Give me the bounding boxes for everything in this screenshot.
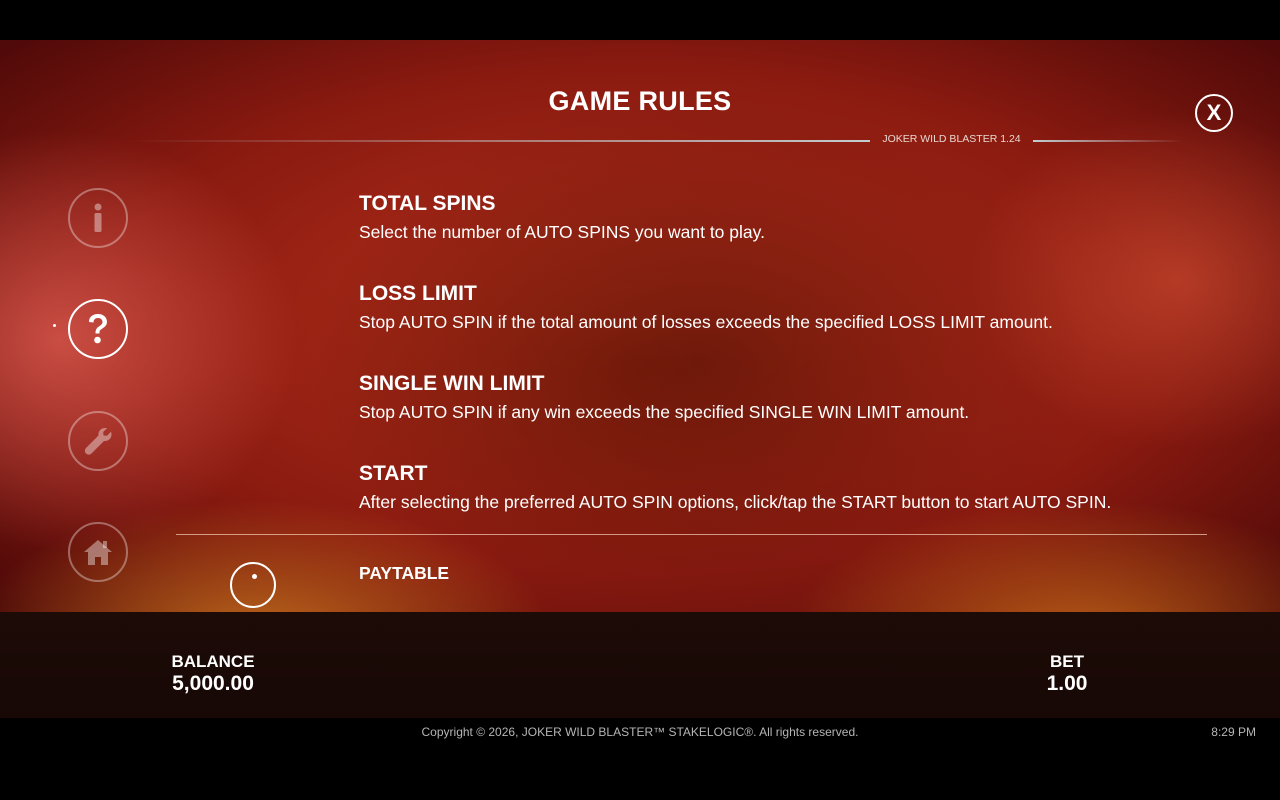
status-bar: BALANCE 5,000.00 BET 1.00: [0, 612, 1280, 718]
section-text: Stop AUTO SPIN if the total amount of lo…: [359, 312, 1053, 332]
footer: Copyright © 2026, JOKER WILD BLASTER™ ST…: [0, 718, 1280, 800]
balance-display: BALANCE 5,000.00: [150, 652, 276, 696]
rule-section: SINGLE WIN LIMIT Stop AUTO SPIN if any w…: [359, 370, 969, 424]
balance-label: BALANCE: [171, 652, 255, 671]
top-bar: [0, 0, 1280, 40]
section-title: SINGLE WIN LIMIT: [359, 372, 545, 395]
section-text: Select the number of AUTO SPINS you want…: [359, 222, 765, 242]
section-title: TOTAL SPINS: [359, 192, 496, 215]
section-text: Stop AUTO SPIN if any win exceeds the sp…: [359, 402, 970, 422]
settings-button[interactable]: [68, 411, 128, 471]
bet-value: 1.00: [1046, 672, 1088, 695]
info-icon: [94, 203, 102, 232]
balance-value: 5,000.00: [172, 672, 254, 695]
active-indicator: [53, 324, 56, 327]
header-divider-left: [128, 140, 870, 142]
question-icon: [89, 314, 107, 344]
paytable-info-icon: [230, 562, 276, 608]
close-button[interactable]: X: [1195, 94, 1233, 132]
rule-section: LOSS LIMIT Stop AUTO SPIN if the total a…: [359, 280, 1053, 334]
rules-panel: GAME RULES X JOKER WILD BLASTER 1.24 TOT…: [0, 40, 1280, 612]
section-text: After selecting the preferred AUTO SPIN …: [359, 492, 1112, 512]
info-button[interactable]: [68, 188, 128, 248]
header-divider-right: [1033, 140, 1183, 142]
copyright-text: Copyright © 2026, JOKER WILD BLASTER™ ST…: [421, 725, 859, 739]
version-label: JOKER WILD BLASTER 1.24: [882, 133, 1021, 145]
wrench-icon: [84, 428, 112, 455]
paytable-heading: PAYTABLE: [359, 563, 450, 580]
section-title: START: [359, 462, 428, 485]
section-title: LOSS LIMIT: [359, 282, 477, 305]
rule-section: START After selecting the preferred AUTO…: [359, 460, 1111, 514]
page-title: GAME RULES: [548, 86, 732, 116]
home-button[interactable]: [68, 522, 128, 582]
help-button[interactable]: [68, 299, 128, 359]
bet-label: BET: [1050, 652, 1084, 671]
bet-display: BET 1.00: [1017, 652, 1117, 696]
rule-section: TOTAL SPINS Select the number of AUTO SP…: [359, 190, 765, 244]
home-icon: [84, 540, 112, 565]
clock: 8:29 PM: [1211, 725, 1256, 739]
section-divider: [176, 534, 1207, 535]
